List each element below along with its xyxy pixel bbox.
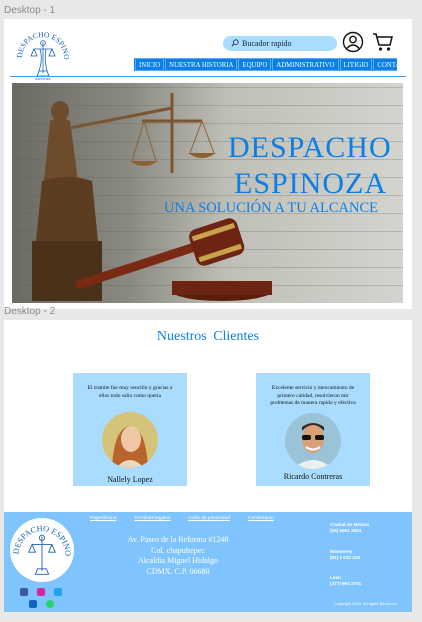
copyright: Copyright 2020. All rights Reserved	[334, 601, 397, 606]
nav-item-litigio[interactable]: LITIGIO	[339, 58, 373, 71]
frame-label-desktop-1: Desktop - 1	[4, 5, 56, 16]
nav-item-contacto[interactable]: CONTACTO	[373, 58, 412, 71]
logo[interactable]: DESPACHO ESPINOZA ESPINOZA	[11, 19, 72, 83]
hero-title-line2: ESPINOZA	[234, 167, 388, 200]
office-monterrey: Monterrey (81) 2 632 318	[330, 549, 360, 561]
client-quote: El tramite fue muy sencillo y gracias a …	[87, 385, 173, 399]
hero-title-line1: DESPACHO	[228, 131, 392, 164]
client-card: El tramite fue muy sencillo y gracias a …	[73, 373, 187, 486]
footer-link[interactable]: Page/oficina	[90, 516, 116, 521]
footer-link[interactable]: Aviso de privacidad	[188, 516, 230, 521]
svg-text:DESPACHO ESPINOZA: DESPACHO ESPINOZA	[10, 518, 72, 556]
desktop-1-frame: DESPACHO ESPINOZA ESPINOZA Bucador rapid…	[4, 19, 412, 309]
logo-ring-text: DESPACHO ESPINOZA	[11, 19, 71, 60]
facebook-icon[interactable]	[20, 588, 28, 596]
footer-logo[interactable]: DESPACHO ESPINOZA	[10, 518, 74, 582]
search-input[interactable]: Bucador rapido	[223, 36, 337, 51]
client-name: Ricardo Contreras	[283, 472, 343, 481]
footer-address: Av. Paseo de la Reforma #1248 Col. chapu…	[122, 535, 234, 577]
footer-link[interactable]: Terminos legales	[134, 516, 170, 521]
clients-title: Nuestros Clientes	[156, 329, 260, 344]
address-line: CDMX. C.P. 06680	[146, 566, 210, 576]
nav-item-historia[interactable]: NUESTRA HISTORIA	[165, 58, 238, 71]
client-name: Nallely Lopez	[107, 475, 153, 484]
search-icon	[231, 38, 242, 49]
nav-item-inicio[interactable]: INICIO	[135, 58, 165, 71]
header-divider	[10, 76, 406, 77]
office-cdmx: Ciudad de México (55) 5661 2624	[330, 522, 369, 534]
avatar	[285, 413, 341, 469]
nav-item-administrativo[interactable]: ADMINISTRATIVO	[272, 58, 339, 71]
hero-banner: DESPACHO ESPINOZA UNA SOLUCIÓN A TU ALCA…	[12, 83, 403, 303]
client-quote: Excelente servicio y mexcamiento de prim…	[270, 385, 356, 406]
frame-label-desktop-2: Desktop - 2	[4, 306, 56, 317]
office-leon: Leon (477) 964 2741	[330, 575, 361, 587]
address-line: Col. chapultepec	[151, 545, 205, 555]
footer-link[interactable]: Contactamo	[248, 516, 274, 521]
nav-item-equipo[interactable]: EQUIPO	[238, 58, 272, 71]
hero-subtitle: UNA SOLUCIÓN A TU ALCANCE	[164, 200, 379, 216]
footer: DESPACHO ESPINOZA Page/oficina Terminos …	[4, 512, 412, 612]
cart-icon[interactable]	[372, 31, 394, 58]
desktop-2-frame: Nuestros Clientes El tramite fue muy sen…	[4, 320, 412, 612]
svg-text:DESPACHO ESPINOZA: DESPACHO ESPINOZA	[14, 25, 71, 60]
address-line: Av. Paseo de la Reforma #1248	[127, 535, 229, 544]
instagram-icon[interactable]	[37, 588, 45, 596]
office-phone: (81) 2 632 318	[330, 555, 360, 560]
footer-links: Page/oficina Terminos legales Aviso de p…	[90, 516, 274, 521]
client-card: Excelente servicio y mexcamiento de prim…	[256, 373, 370, 486]
footer-logo-ring-text: DESPACHO ESPINOZA	[10, 518, 72, 556]
user-icon[interactable]	[342, 31, 364, 58]
search-placeholder: Bucador rapido	[242, 39, 292, 48]
office-phone: (55) 5661 2624	[330, 528, 362, 533]
logo-small-text: ESPINOZA	[35, 77, 50, 81]
address-line: Alcaldia Miguel Hidalgo	[138, 556, 218, 565]
twitter-icon[interactable]	[54, 588, 62, 596]
linkedin-icon[interactable]	[29, 600, 37, 608]
main-nav: INICIO NUESTRA HISTORIA EQUIPO ADMINISTR…	[134, 58, 412, 71]
avatar	[102, 412, 158, 468]
whatsapp-icon[interactable]	[46, 600, 54, 608]
office-phone: (477) 964 2741	[330, 581, 362, 586]
